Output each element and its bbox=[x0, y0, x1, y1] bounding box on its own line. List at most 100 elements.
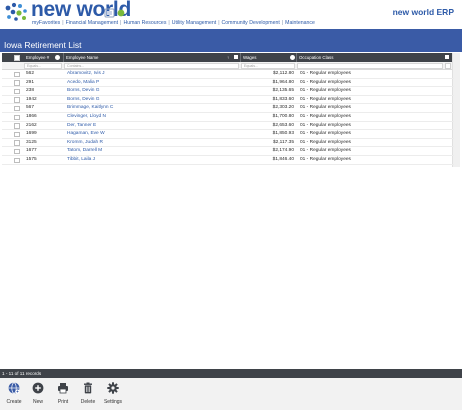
table-row[interactable]: 2162 Der, Tanner E $2,653.60 01 - Regular e… bbox=[2, 122, 454, 131]
column-menu-icon[interactable] bbox=[234, 55, 238, 59]
print-label: Print bbox=[57, 399, 69, 405]
row-checkbox[interactable] bbox=[14, 131, 20, 138]
plus-icon bbox=[32, 382, 44, 394]
nav-maintenance[interactable]: Maintenance bbox=[285, 20, 315, 26]
employee-name-link[interactable]: Der, Tanner E bbox=[67, 122, 96, 130]
wages-cell: $1,850.93 bbox=[272, 131, 294, 137]
filter-employee-name[interactable]: Contains... bbox=[64, 63, 239, 69]
filter-employee-no[interactable]: Equals... bbox=[24, 63, 62, 69]
wages-cell: $2,117.35 bbox=[273, 139, 294, 145]
column-header-occupation-class[interactable]: Occupation Class bbox=[297, 53, 333, 62]
wages-cell: $2,653.60 bbox=[272, 122, 294, 128]
sort-arrow-icon: ↑ bbox=[227, 55, 230, 60]
create-button[interactable]: Create bbox=[3, 382, 25, 405]
employee-name-link[interactable]: Brimmage, Kaitlynn C bbox=[67, 104, 113, 112]
nav-utility-management[interactable]: Utility Management bbox=[172, 20, 216, 26]
row-checkbox[interactable] bbox=[14, 140, 20, 146]
employee-name-link[interactable]: Borns, Devin G bbox=[67, 87, 100, 95]
employee-name-link[interactable]: Tatom, Darrell M bbox=[67, 147, 102, 155]
table-row[interactable]: 291 Acedo, Malia P $1,964.80 01 - Regular e… bbox=[2, 79, 454, 88]
column-header-employee-name[interactable]: Employee Name bbox=[64, 53, 98, 62]
occupation-class-cell: 01 - Regular employees bbox=[300, 139, 351, 145]
employee-number-cell: 567 bbox=[26, 105, 35, 111]
row-checkbox[interactable] bbox=[14, 157, 20, 163]
select-all-checkbox[interactable] bbox=[14, 55, 20, 61]
employee-name-link[interactable]: Borns, Devin G bbox=[67, 96, 100, 104]
product-title: new world ERP bbox=[392, 7, 454, 17]
app-header: new world new world ERP myFavorites | Fina… bbox=[0, 0, 462, 30]
occupation-class-cell: 01 - Regular employees bbox=[300, 148, 351, 154]
table-row[interactable]: 1575 Tibbit, Laila J $1,846.40 01 - Regular… bbox=[2, 156, 454, 165]
employee-name-link[interactable]: Abramovitz, Ivis J bbox=[67, 70, 105, 78]
delete-button[interactable]: Delete bbox=[77, 382, 99, 405]
row-checkbox[interactable] bbox=[14, 105, 20, 112]
app-window: new world new world ERP myFavorites | Fina… bbox=[0, 0, 462, 410]
new-world-logo-icon bbox=[5, 2, 27, 21]
record-count: 1 - 11 of 11 records bbox=[2, 371, 42, 376]
nav-financial-management[interactable]: Financial Management bbox=[66, 20, 118, 26]
column-menu-icon[interactable] bbox=[445, 55, 449, 59]
table-row[interactable]: 1942 Borns, Devin G $1,833.60 01 - Regular … bbox=[2, 96, 454, 105]
grid-status-bar: 1 - 11 of 11 records bbox=[0, 369, 462, 378]
page-title: Iowa Retirement List bbox=[4, 40, 82, 50]
employee-number-cell: 2162 bbox=[26, 122, 37, 128]
table-row[interactable]: 1677 Tatom, Darrell M $2,174.90 01 - Regula… bbox=[2, 147, 454, 156]
employee-name-link[interactable]: Clevinger, Lloyd N bbox=[67, 113, 106, 121]
employee-number-cell: 291 bbox=[26, 79, 35, 85]
printer-icon bbox=[58, 383, 68, 394]
row-checkbox[interactable] bbox=[14, 123, 20, 129]
new-button[interactable]: New bbox=[27, 382, 49, 405]
table-row[interactable]: 567 Brimmage, Kaitlynn C $2,303.20 01 - Reg… bbox=[2, 104, 454, 113]
employee-number-cell: 1866 bbox=[26, 114, 37, 119]
wages-cell: $2,174.90 bbox=[272, 148, 294, 154]
employee-name-link[interactable]: Hagaman, Eve W bbox=[67, 130, 105, 138]
row-checkbox[interactable] bbox=[14, 97, 20, 103]
column-options-icon[interactable] bbox=[55, 55, 60, 60]
table-row[interactable]: 562 Abramovitz, Ivis J $2,112.80 01 - Regul… bbox=[2, 70, 454, 79]
settings-button[interactable]: Settings bbox=[102, 382, 124, 405]
print-button[interactable]: Print bbox=[52, 382, 74, 405]
occupation-class-cell: 01 - Regular employees bbox=[300, 122, 351, 128]
table-row[interactable]: 238 Borns, Devin G $2,135.65 01 - Regular e… bbox=[2, 87, 454, 96]
occupation-class-cell: 01 - Regular employees bbox=[300, 79, 351, 85]
wages-cell: $1,846.40 bbox=[272, 157, 294, 162]
column-header-wages[interactable]: Wages bbox=[241, 53, 257, 62]
table-row[interactable]: 1866 Clevinger, Lloyd N $1,700.80 01 - Regu… bbox=[2, 113, 454, 122]
row-checkbox[interactable] bbox=[14, 114, 20, 120]
filter-dropdown-button[interactable] bbox=[445, 63, 451, 69]
occupation-class-cell: 01 - Regular employees bbox=[300, 131, 351, 137]
create-label: Create bbox=[6, 399, 22, 405]
gear-icon bbox=[107, 382, 119, 394]
column-header-employee-no[interactable]: Employee # bbox=[24, 53, 49, 62]
trash-icon bbox=[84, 382, 92, 394]
wages-cell: $1,700.80 bbox=[272, 114, 294, 119]
wages-cell: $2,135.65 bbox=[272, 88, 294, 94]
employee-name-link[interactable]: Tibbit, Laila J bbox=[67, 156, 95, 164]
occupation-class-cell: 01 - Regular employees bbox=[300, 96, 351, 102]
employee-name-link[interactable]: Acedo, Malia P bbox=[67, 79, 99, 87]
main-nav: myFavorites | Financial Management | Human R… bbox=[32, 20, 315, 27]
settings-label: Settings bbox=[103, 399, 123, 405]
wages-cell: $2,112.80 bbox=[273, 71, 294, 76]
occupation-class-cell: 01 - Regular employees bbox=[300, 105, 351, 111]
nav-myfavorites[interactable]: myFavorites bbox=[32, 20, 60, 26]
occupation-class-cell: 01 - Regular employees bbox=[300, 114, 351, 119]
wages-cell: $1,833.60 bbox=[272, 96, 294, 102]
employee-number-cell: 1677 bbox=[26, 148, 37, 154]
row-checkbox[interactable] bbox=[14, 80, 20, 86]
nav-community-development[interactable]: Community Development bbox=[222, 20, 280, 26]
employee-number-cell: 1942 bbox=[26, 96, 37, 102]
employee-name-link[interactable]: Kromm, Judah R bbox=[67, 139, 103, 147]
row-checkbox[interactable] bbox=[14, 148, 20, 155]
row-checkbox[interactable] bbox=[14, 88, 20, 95]
table-row[interactable]: 1699 Hagaman, Eve W $1,850.93 01 - Regular … bbox=[2, 130, 454, 139]
column-options-icon[interactable] bbox=[290, 55, 295, 60]
filter-occupation-class[interactable] bbox=[297, 63, 443, 69]
filter-wages[interactable]: Equals... bbox=[241, 63, 295, 69]
wages-cell: $1,964.80 bbox=[272, 79, 294, 85]
nav-human-resources[interactable]: Human Resources bbox=[123, 20, 166, 26]
row-checkbox[interactable] bbox=[14, 71, 20, 77]
employee-number-cell: 238 bbox=[26, 88, 35, 94]
delete-label: Delete bbox=[80, 399, 96, 405]
table-row[interactable]: 3125 Kromm, Judah R $2,117.35 01 - Regular … bbox=[2, 139, 454, 148]
